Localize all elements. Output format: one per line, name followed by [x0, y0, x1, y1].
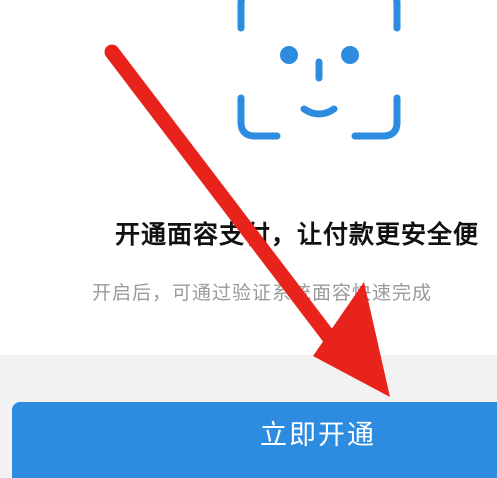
enable-now-button[interactable]: 立即开通: [12, 402, 497, 478]
headline-text: 开通面容支付，让付款更安全便: [115, 220, 480, 249]
content-panel: 开通面容支付，让付款更安全便 开启后，可通过验证系统面容快速完成: [0, 0, 497, 355]
face-id-icon: [237, 0, 401, 140]
face-payment-setup-screen: 开通面容支付，让付款更安全便 开启后，可通过验证系统面容快速完成 立即开通: [0, 0, 497, 478]
description-text: 开启后，可通过验证系统面容快速完成: [92, 282, 433, 304]
